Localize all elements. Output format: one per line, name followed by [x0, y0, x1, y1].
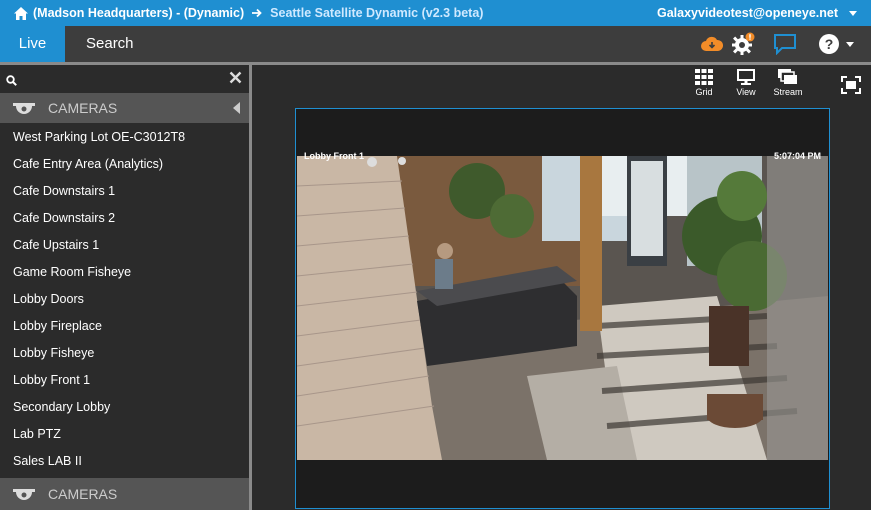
top-bar: (Madson Headquarters) - (Dynamic) Seattl…: [0, 0, 871, 26]
sidebar: CAMERAS West Parking Lot OE-C3012T8 Cafe…: [0, 65, 249, 510]
chevron-down-icon[interactable]: [849, 11, 857, 16]
camera-list-item[interactable]: Cafe Downstairs 1: [0, 178, 249, 205]
dome-camera-icon: [12, 101, 36, 115]
nav-bar: Live Search ?: [0, 26, 871, 62]
cameras-section-header[interactable]: CAMERAS: [0, 93, 249, 123]
tab-live[interactable]: Live: [0, 26, 65, 62]
camera-list-item[interactable]: Lab PTZ: [0, 421, 249, 448]
view-button[interactable]: View: [726, 69, 766, 97]
dome-camera-icon: [12, 487, 36, 501]
camera-list-item[interactable]: Lobby Front 1: [0, 367, 249, 394]
search-icon: [6, 73, 17, 91]
timestamp-overlay: 5:07:04 PM: [773, 151, 821, 161]
cameras-section-label-2: CAMERAS: [48, 486, 118, 502]
camera-list-item[interactable]: Lobby Doors: [0, 286, 249, 313]
grid-button[interactable]: Grid: [684, 69, 724, 97]
stream-icon: [778, 69, 797, 84]
grid-label: Grid: [695, 87, 713, 97]
camera-list-item[interactable]: Lobby Fisheye: [0, 340, 249, 367]
breadcrumb-root[interactable]: (Madson Headquarters) - (Dynamic): [33, 6, 244, 20]
gear-alert-icon[interactable]: [731, 32, 755, 56]
collapse-left-icon[interactable]: [233, 102, 240, 114]
camera-list-item[interactable]: West Parking Lot OE-C3012T8: [0, 124, 249, 151]
help-menu-chevron-icon[interactable]: [846, 42, 854, 47]
help-icon[interactable]: ?: [817, 32, 841, 56]
camera-list-item[interactable]: Cafe Downstairs 2: [0, 205, 249, 232]
view-label: View: [736, 87, 756, 97]
video-tile[interactable]: Lobby Front 1 5:07:04 PM: [295, 108, 830, 509]
camera-list-item[interactable]: Game Room Fisheye: [0, 259, 249, 286]
tab-search[interactable]: Search: [86, 26, 134, 62]
grid-icon: [695, 69, 713, 85]
stream-button[interactable]: Stream: [768, 69, 808, 97]
camera-search-input[interactable]: [22, 69, 222, 89]
cameras-section-label: CAMERAS: [48, 100, 118, 116]
monitor-icon: [737, 69, 755, 85]
cloud-alert-icon[interactable]: [700, 32, 724, 56]
close-icon[interactable]: [229, 71, 242, 89]
chat-icon[interactable]: [773, 32, 797, 56]
svg-text:?: ?: [825, 36, 834, 52]
camera-list-item[interactable]: Sales LAB II: [0, 448, 249, 475]
camera-list-item[interactable]: Lobby Fireplace: [0, 313, 249, 340]
stream-label: Stream: [773, 87, 803, 97]
fullscreen-icon[interactable]: [841, 76, 861, 99]
cameras-section-header-2[interactable]: CAMERAS: [0, 478, 249, 510]
camera-list-item[interactable]: Cafe Entry Area (Analytics): [0, 151, 249, 178]
breadcrumb-current[interactable]: Seattle Satellite Dynamic (v2.3 beta): [270, 6, 483, 20]
camera-list: West Parking Lot OE-C3012T8 Cafe Entry A…: [0, 124, 249, 475]
arrow-right-icon: [252, 8, 262, 18]
home-icon[interactable]: [14, 6, 28, 20]
camera-list-item[interactable]: Cafe Upstairs 1: [0, 232, 249, 259]
sidebar-search: [0, 65, 249, 93]
camera-name-overlay: Lobby Front 1: [304, 151, 364, 161]
camera-feed-image[interactable]: [297, 156, 828, 460]
user-menu[interactable]: Galaxyvideotest@openeye.net: [657, 0, 838, 26]
camera-list-item[interactable]: Secondary Lobby: [0, 394, 249, 421]
